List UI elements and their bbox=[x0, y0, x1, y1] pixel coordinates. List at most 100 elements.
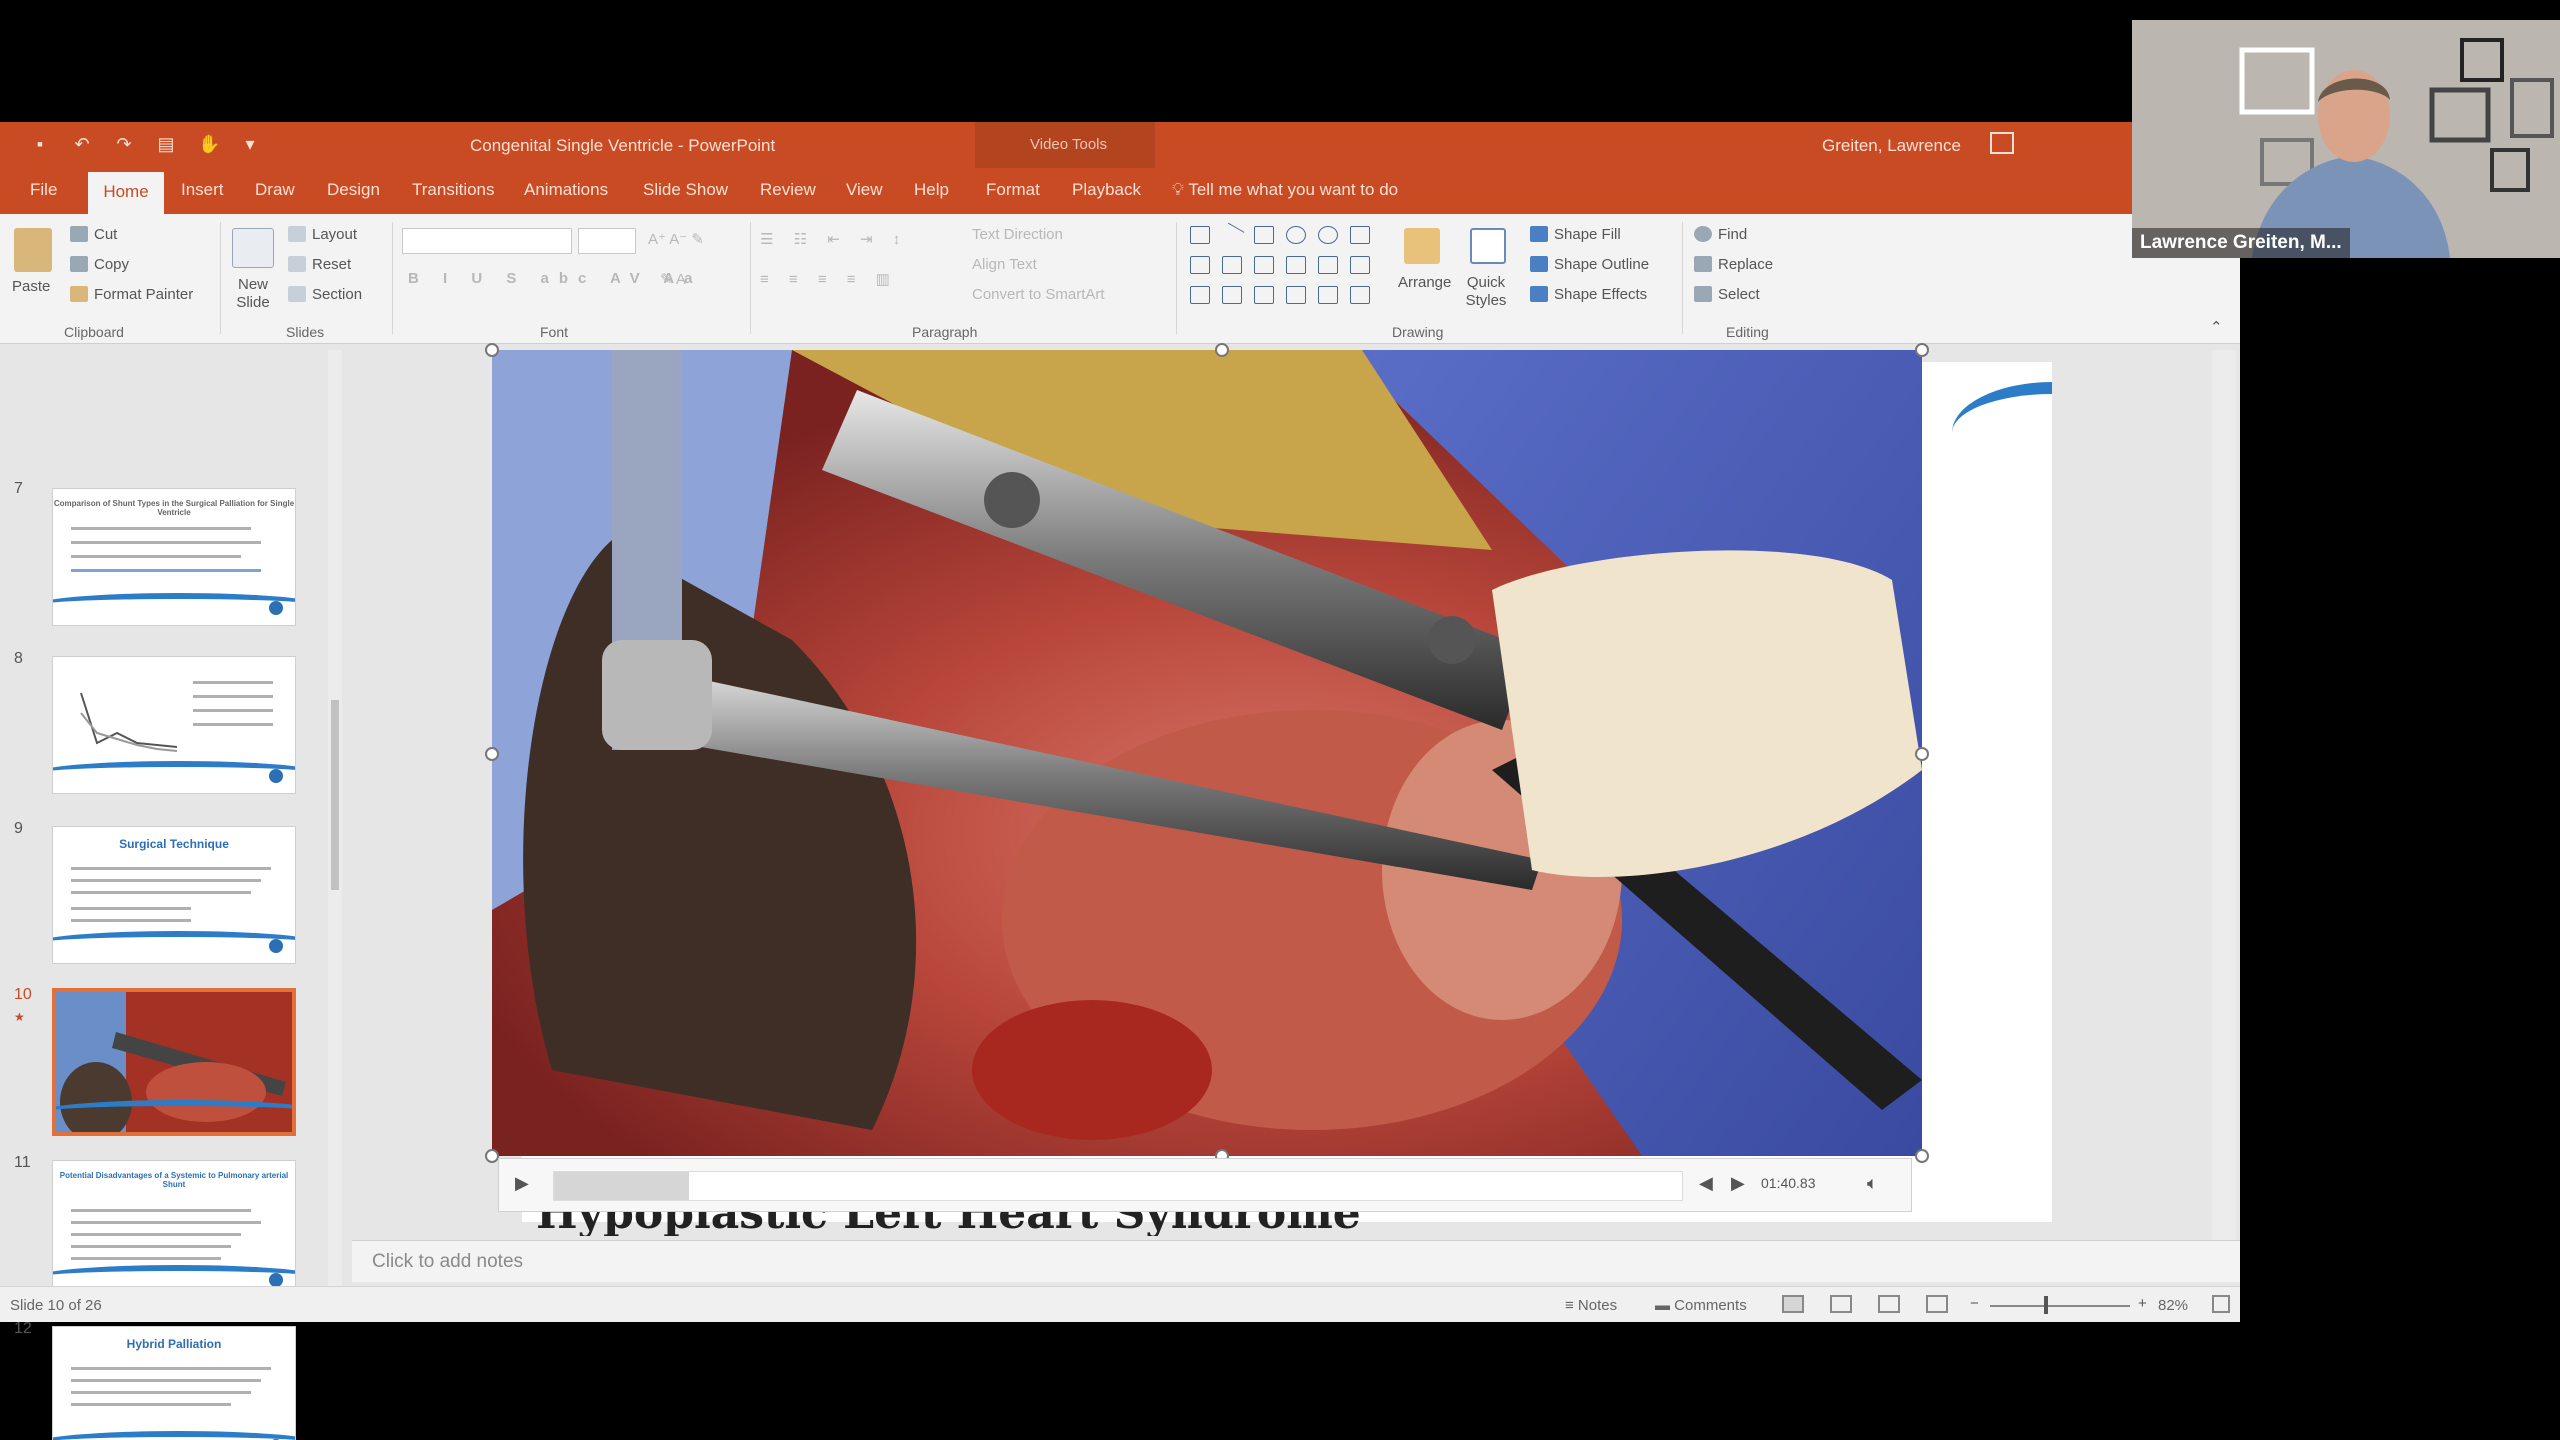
slide-thumbnail-7[interactable]: Comparison of Shunt Types in the Surgica… bbox=[52, 488, 296, 626]
slide-thumbnail-12[interactable]: Hybrid Palliation bbox=[52, 1326, 296, 1440]
list-buttons[interactable]: ☰ ☷ ⇤ ⇥ ↕ bbox=[760, 230, 908, 248]
font-name-field[interactable] bbox=[402, 228, 572, 254]
slide-thumbnail-8[interactable] bbox=[52, 656, 296, 794]
resize-handle[interactable] bbox=[1915, 343, 1929, 357]
resize-handle[interactable] bbox=[1215, 343, 1229, 357]
user-name[interactable]: Greiten, Lawrence bbox=[1822, 136, 1961, 156]
reset-icon bbox=[288, 256, 306, 272]
quick-styles-button[interactable]: Quick Styles bbox=[1462, 274, 1510, 310]
tell-me-search[interactable]: 💡︎ Tell me what you want to do bbox=[1172, 180, 1398, 200]
tab-design[interactable]: Design bbox=[327, 180, 380, 200]
slide-thumbnail-10[interactable] bbox=[52, 988, 296, 1136]
grow-font-icon[interactable]: A⁺ A⁻ ✎ bbox=[648, 230, 704, 248]
surgery-video[interactable] bbox=[492, 350, 1922, 1156]
tab-insert[interactable]: Insert bbox=[181, 180, 224, 200]
touch-mode-icon[interactable]: ✋ bbox=[198, 134, 220, 154]
ribbon-separator bbox=[392, 222, 393, 334]
video-timeline[interactable] bbox=[553, 1171, 1683, 1201]
zoom-slider-thumb[interactable] bbox=[2044, 1296, 2048, 1314]
new-slide-button[interactable]: New Slide bbox=[228, 276, 278, 312]
present-icon[interactable]: ▤ bbox=[156, 134, 176, 154]
convert-smartart-button[interactable]: Convert to SmartArt bbox=[972, 286, 1105, 303]
thumbnail-number: 8 bbox=[14, 650, 23, 667]
reading-view-icon[interactable] bbox=[1878, 1295, 1900, 1313]
tab-view[interactable]: View bbox=[846, 180, 883, 200]
resize-handle[interactable] bbox=[1915, 1149, 1929, 1163]
resize-handle[interactable] bbox=[485, 1149, 499, 1163]
save-icon[interactable]: ▪ bbox=[30, 134, 50, 154]
normal-view-icon[interactable] bbox=[1782, 1295, 1804, 1313]
section-button[interactable]: Section bbox=[288, 286, 362, 303]
customize-qat-icon[interactable]: ▾ bbox=[240, 134, 260, 154]
resize-handle[interactable] bbox=[1915, 747, 1929, 761]
fit-to-window-icon[interactable] bbox=[2212, 1295, 2230, 1313]
arrange-icon[interactable] bbox=[1404, 228, 1440, 264]
zoom-in-icon[interactable]: + bbox=[2138, 1295, 2147, 1312]
select-button[interactable]: Select bbox=[1694, 286, 1760, 303]
video-time: 01:40.83 bbox=[1761, 1175, 1816, 1191]
text-direction-button[interactable]: Text Direction bbox=[972, 226, 1063, 243]
quick-styles-icon[interactable] bbox=[1470, 228, 1506, 264]
redo-icon[interactable]: ↷ bbox=[114, 134, 134, 154]
tab-slide-show[interactable]: Slide Show bbox=[643, 180, 728, 200]
resize-handle[interactable] bbox=[485, 343, 499, 357]
collapse-ribbon-icon[interactable]: ⌃ bbox=[2210, 318, 2223, 336]
rewind-icon[interactable]: ◀ bbox=[1699, 1173, 1713, 1194]
play-icon[interactable]: ▶ bbox=[515, 1173, 529, 1194]
ribbon-separator bbox=[1682, 222, 1683, 334]
slideshow-view-icon[interactable] bbox=[1926, 1295, 1948, 1313]
ribbon-separator bbox=[1176, 222, 1177, 334]
tab-animations[interactable]: Animations bbox=[524, 180, 608, 200]
paste-icon[interactable] bbox=[14, 228, 52, 272]
replace-button[interactable]: Replace bbox=[1694, 256, 1773, 273]
volume-icon[interactable]: 🔈︎ bbox=[1867, 1173, 1878, 1194]
format-painter-button[interactable]: Format Painter bbox=[70, 286, 193, 303]
paste-button[interactable]: Paste bbox=[12, 278, 50, 295]
font-format-buttons[interactable]: B I U S abc AV Aa bbox=[408, 270, 702, 287]
thumbnail-scrollbar[interactable] bbox=[328, 350, 342, 1290]
surgery-video-frame bbox=[492, 350, 1922, 1156]
tab-transitions[interactable]: Transitions bbox=[412, 180, 495, 200]
zoom-slider[interactable] bbox=[1990, 1305, 2130, 1307]
shape-fill-button[interactable]: Shape Fill bbox=[1530, 226, 1621, 243]
font-size-field[interactable] bbox=[578, 228, 636, 254]
tab-help[interactable]: Help bbox=[914, 180, 949, 200]
tab-format[interactable]: Format bbox=[986, 180, 1040, 200]
slide-sorter-view-icon[interactable] bbox=[1830, 1295, 1852, 1313]
tab-home[interactable]: Home bbox=[88, 172, 164, 214]
scrollbar-thumb[interactable] bbox=[331, 700, 339, 890]
slide-canvas[interactable]: Hypoplastic Left Heart Syndrome ▶ ◀ ▶ 01… bbox=[485, 343, 2052, 1236]
tab-draw[interactable]: Draw bbox=[255, 180, 295, 200]
slide-vertical-scrollbar[interactable] bbox=[2212, 350, 2236, 1240]
replace-icon bbox=[1694, 256, 1712, 272]
resize-handle[interactable] bbox=[485, 747, 499, 761]
notes-toggle-button[interactable]: ≡ Notes bbox=[1565, 1297, 1617, 1314]
new-slide-icon[interactable] bbox=[232, 228, 274, 268]
shape-outline-button[interactable]: Shape Outline bbox=[1530, 256, 1649, 273]
slide-thumbnail-9[interactable]: Surgical Technique bbox=[52, 826, 296, 964]
arrange-button[interactable]: Arrange bbox=[1398, 274, 1451, 291]
comments-button[interactable]: ▬ Comments bbox=[1655, 1297, 1747, 1314]
tab-file[interactable]: File bbox=[30, 180, 57, 200]
font-color-icon[interactable]: ✎ A bbox=[660, 270, 686, 288]
ribbon-display-options-icon[interactable] bbox=[1990, 132, 2014, 154]
undo-icon[interactable]: ↶ bbox=[72, 134, 92, 154]
format-painter-icon bbox=[70, 286, 88, 302]
tab-review[interactable]: Review bbox=[760, 180, 816, 200]
tab-playback[interactable]: Playback bbox=[1072, 180, 1141, 200]
align-text-button[interactable]: Align Text bbox=[972, 256, 1037, 273]
align-buttons[interactable]: ≡ ≡ ≡ ≡ ▥ bbox=[760, 270, 898, 288]
zoom-level[interactable]: 82% bbox=[2158, 1297, 2188, 1314]
slide-thumbnail-11[interactable]: Potential Disadvantages of a Systemic to… bbox=[52, 1160, 296, 1298]
shape-effects-button[interactable]: Shape Effects bbox=[1530, 286, 1647, 303]
zoom-out-icon[interactable]: − bbox=[1970, 1295, 1979, 1312]
layout-button[interactable]: Layout bbox=[288, 226, 357, 243]
forward-icon[interactable]: ▶ bbox=[1731, 1173, 1745, 1194]
find-button[interactable]: Find bbox=[1694, 226, 1747, 243]
cut-button[interactable]: Cut bbox=[70, 226, 117, 243]
webcam-video-tile: Lawrence Greiten, M... bbox=[2132, 20, 2560, 258]
notes-pane[interactable]: Click to add notes bbox=[352, 1240, 2240, 1282]
reset-button[interactable]: Reset bbox=[288, 256, 351, 273]
thumbnail-number: 11 bbox=[14, 1154, 31, 1171]
copy-button[interactable]: Copy bbox=[70, 256, 129, 273]
